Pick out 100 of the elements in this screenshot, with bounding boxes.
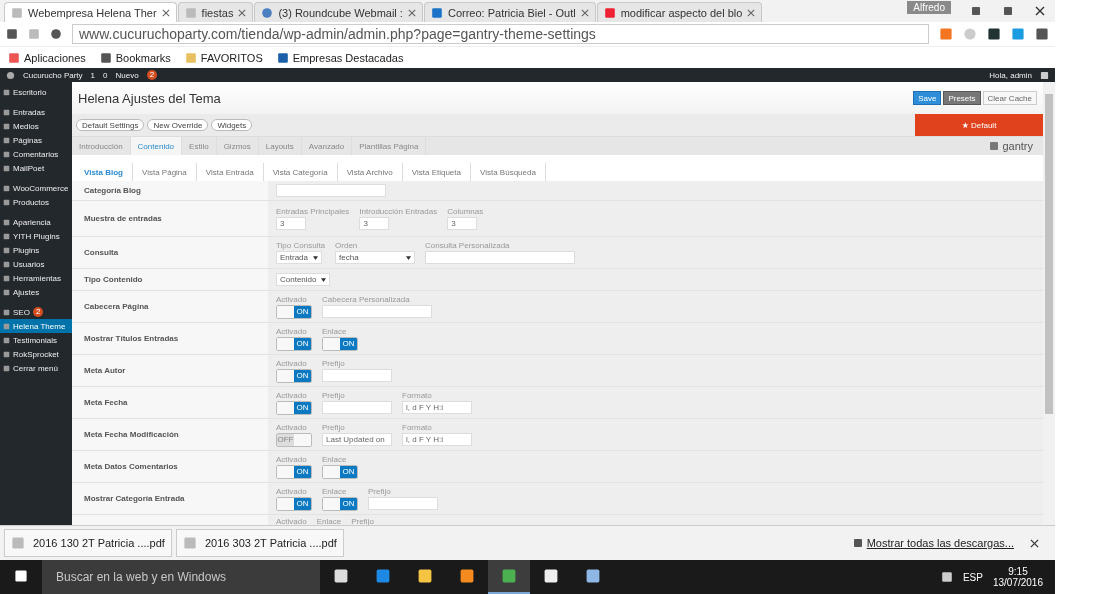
- settings-tab[interactable]: Contenido: [130, 137, 183, 155]
- presets-button[interactable]: Presets: [943, 91, 981, 105]
- field-caption: Activado: [276, 326, 308, 336]
- sidebar-item[interactable]: Entradas: [0, 105, 72, 119]
- select-field[interactable]: fecha: [335, 251, 416, 264]
- setting-label: Meta Autor: [84, 366, 126, 375]
- sidebar-item[interactable]: Productos: [0, 195, 72, 209]
- caret-icon: [321, 277, 326, 282]
- download-item[interactable]: 2016 303 2T Patricia ....pdf: [176, 529, 344, 557]
- caret-icon: [406, 255, 412, 260]
- sidebar-item[interactable]: Ajustes: [0, 285, 72, 299]
- close-icon[interactable]: [161, 8, 170, 17]
- setting-label: Tipo Contenido: [84, 275, 143, 284]
- field-caption: Entradas Principales: [276, 207, 350, 216]
- sidebar-item[interactable]: SEO 2: [0, 305, 72, 319]
- sidebar-item[interactable]: Herramientas: [0, 271, 72, 285]
- caret-icon: [313, 255, 318, 260]
- search-field[interactable]: Buscar en la web y en Windows: [42, 560, 320, 594]
- new-override-button[interactable]: New Override: [147, 119, 209, 131]
- greeting-link[interactable]: Hola, admin: [989, 70, 1032, 80]
- field-caption: Activado: [276, 422, 308, 432]
- toggle-switch[interactable]: ON: [322, 496, 358, 511]
- language-indicator[interactable]: ESP: [962, 571, 983, 583]
- browser-tab[interactable]: modificar aspecto del blo: [596, 2, 763, 22]
- close-icon[interactable]: [1030, 538, 1039, 548]
- select-field[interactable]: Entrada: [276, 251, 322, 264]
- toggle-switch[interactable]: ON: [276, 464, 312, 479]
- sidebar-item[interactable]: YITH Plugins: [0, 229, 72, 243]
- clock[interactable]: 9:15 13/07/2016: [992, 566, 1043, 588]
- sidebar-item[interactable]: Escritorio: [0, 85, 72, 99]
- text-field[interactable]: [322, 401, 392, 414]
- widgets-button[interactable]: Widgets: [211, 119, 253, 131]
- notification-badge[interactable]: 2: [146, 70, 158, 80]
- close-icon[interactable]: [1035, 6, 1045, 16]
- text-field[interactable]: l, d F Y H:i: [402, 401, 472, 414]
- sidebar-item[interactable]: WooCommerce: [0, 181, 72, 195]
- sidebar-item[interactable]: Apariencia: [0, 215, 72, 229]
- setting-label: Cabecera Página: [84, 302, 149, 311]
- toggle-switch[interactable]: ON: [276, 304, 312, 319]
- text-field[interactable]: [322, 305, 432, 318]
- show-all-downloads-link[interactable]: Mostrar todas las descargas...: [866, 537, 1014, 549]
- sidebar-item[interactable]: Medios: [0, 119, 72, 133]
- toggle-switch[interactable]: ON: [276, 368, 312, 383]
- field-caption: Prefijo: [351, 517, 374, 525]
- sidebar-item[interactable]: MailPoet: [0, 161, 72, 175]
- field-caption: Activado: [276, 390, 308, 400]
- scrollbar[interactable]: [1043, 82, 1055, 525]
- browser-tab[interactable]: fiestas: [177, 2, 254, 22]
- setting-label: Meta Datos Comentarios: [84, 462, 178, 471]
- text-field[interactable]: Last Updated on: [322, 433, 392, 446]
- toggle-switch[interactable]: ON: [322, 464, 358, 479]
- sidebar-item[interactable]: Comentarios: [0, 147, 72, 161]
- field-caption: Activado: [276, 486, 308, 496]
- sidebar-item[interactable]: Usuarios: [0, 257, 72, 271]
- address-bar[interactable]: www.cucuruchoparty.com/tienda/wp-admin/admin.php?page=gantry-theme-settings: [72, 24, 929, 44]
- text-field[interactable]: 3: [359, 217, 390, 230]
- setting-label: Meta Fecha Modificación: [84, 430, 179, 439]
- sidebar-item[interactable]: Cerrar menú: [0, 361, 72, 375]
- select-field[interactable]: Contenido: [276, 273, 330, 286]
- sidebar-item[interactable]: Plugins: [0, 243, 72, 257]
- setting-label: Categoría Blog: [84, 186, 141, 195]
- text-field[interactable]: [368, 497, 438, 510]
- browser-tab[interactable]: Webempresa Helena Ther: [4, 2, 177, 22]
- browser-tab[interactable]: Correo: Patricia Biel - Outl: [423, 2, 596, 22]
- bookmark-link[interactable]: Empresas Destacadas: [292, 51, 404, 64]
- text-field[interactable]: [425, 251, 576, 264]
- text-field[interactable]: 3: [276, 217, 306, 230]
- comments-link[interactable]: 0: [103, 70, 108, 80]
- sidebar-item[interactable]: Helena Theme: [0, 319, 72, 333]
- site-link[interactable]: Cucurucho Party: [23, 70, 83, 80]
- bookmark-link[interactable]: Bookmarks: [115, 51, 171, 64]
- field-caption: Consulta Personalizada: [425, 241, 511, 250]
- field-caption: Activado: [276, 454, 308, 464]
- toggle-switch[interactable]: ON: [322, 336, 358, 351]
- field-caption: Prefijo: [322, 359, 346, 368]
- field-caption: Activado: [276, 517, 307, 525]
- field-caption: Prefijo: [368, 487, 392, 496]
- toggle-switch[interactable]: ON: [276, 496, 312, 511]
- field-caption: Activado: [276, 358, 308, 368]
- toggle-switch[interactable]: ON: [276, 400, 312, 415]
- override-select[interactable]: Default Settings: [76, 119, 145, 131]
- updates-link[interactable]: 1: [90, 70, 96, 80]
- download-item[interactable]: 2016 130 2T Patricia ....pdf: [4, 529, 172, 557]
- clear-cache-button[interactable]: Clear Cache: [982, 91, 1037, 105]
- bookmark-link[interactable]: FAVORITOS: [200, 51, 263, 64]
- toggle-switch[interactable]: ON: [276, 336, 312, 351]
- field-caption: Orden: [335, 241, 359, 250]
- text-field[interactable]: [276, 184, 386, 197]
- browser-tab[interactable]: (3) Roundcube Webmail :: [254, 2, 423, 22]
- field-caption: Cabecera Personalizada: [322, 295, 411, 304]
- setting-label: Muestra de entradas: [84, 214, 162, 223]
- bookmark-link[interactable]: Aplicaciones: [24, 51, 86, 64]
- text-field[interactable]: 3: [447, 217, 478, 230]
- sidebar-item[interactable]: Páginas: [0, 133, 72, 147]
- sidebar-item[interactable]: RokSprocket: [0, 347, 72, 361]
- setting-label: Mostrar Títulos Entradas: [84, 334, 179, 343]
- text-field[interactable]: [322, 369, 392, 382]
- sidebar-item[interactable]: Testimonials: [0, 333, 72, 347]
- text-field[interactable]: l, d F Y H:i: [402, 433, 472, 446]
- new-link[interactable]: Nuevo: [115, 70, 139, 80]
